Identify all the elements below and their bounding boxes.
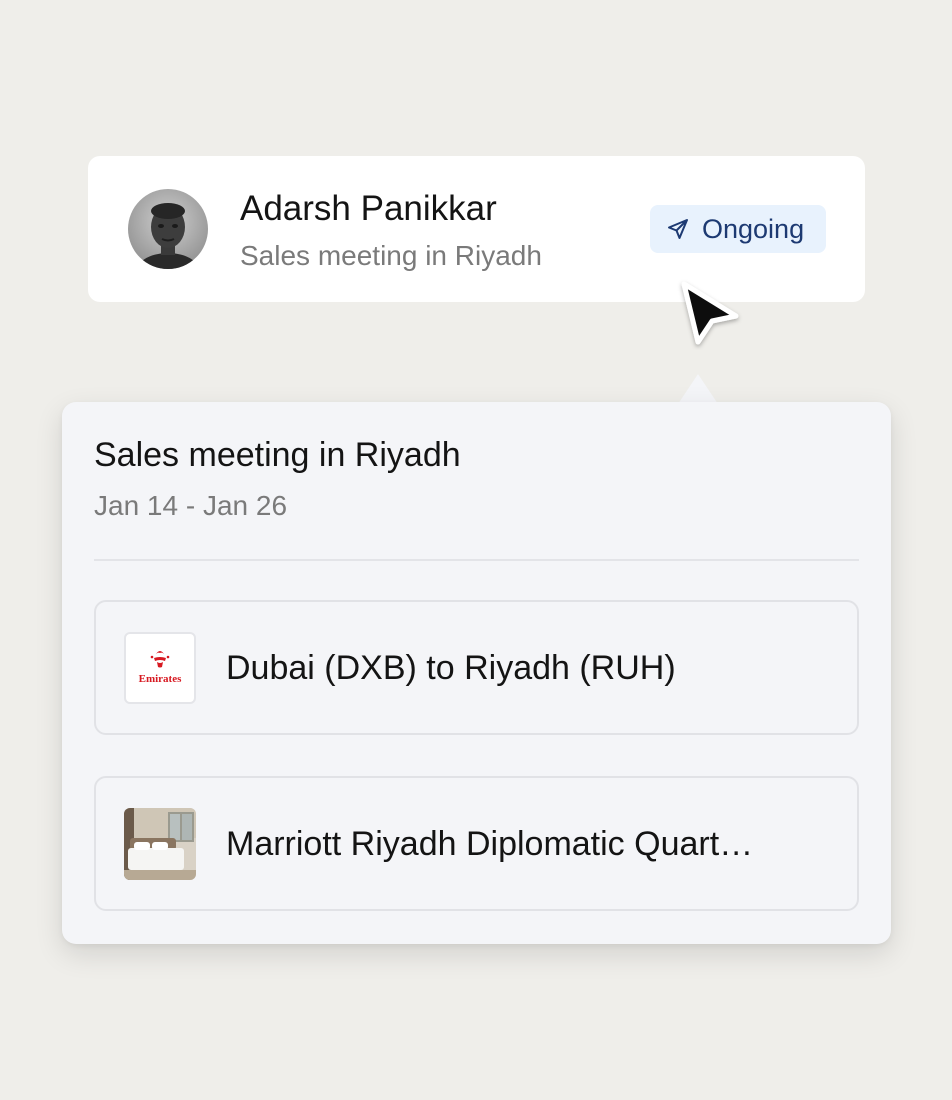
mouse-cursor-icon xyxy=(676,278,746,350)
status-badge[interactable]: Ongoing xyxy=(650,205,826,253)
divider xyxy=(94,559,859,561)
trip-dates: Jan 14 - Jan 26 xyxy=(94,490,288,521)
airline-logo-text: Emirates xyxy=(139,673,182,685)
trip-card[interactable]: Adarsh Panikkar Sales meeting in Riyadh … xyxy=(88,156,865,302)
hotel-name-label: Marriott Riyadh Diplomatic Quart… xyxy=(226,825,754,863)
booking-item-flight[interactable]: Emirates Dubai (DXB) to Riyadh (RUH) xyxy=(94,600,859,735)
traveler-name: Adarsh Panikkar xyxy=(240,189,497,228)
avatar xyxy=(128,189,208,269)
emirates-logo-icon: Emirates xyxy=(124,632,196,704)
send-icon xyxy=(666,217,690,241)
flight-route-label: Dubai (DXB) to Riyadh (RUH) xyxy=(226,649,676,687)
hotel-photo-icon xyxy=(124,808,196,880)
trip-subtitle: Sales meeting in Riyadh xyxy=(240,240,542,271)
status-label: Ongoing xyxy=(702,213,805,244)
booking-item-hotel[interactable]: Marriott Riyadh Diplomatic Quart… xyxy=(94,776,859,911)
popover-title: Sales meeting in Riyadh xyxy=(94,436,461,474)
trip-details-popover: Sales meeting in Riyadh Jan 14 - Jan 26 … xyxy=(62,402,891,944)
popover-pointer xyxy=(678,372,718,404)
